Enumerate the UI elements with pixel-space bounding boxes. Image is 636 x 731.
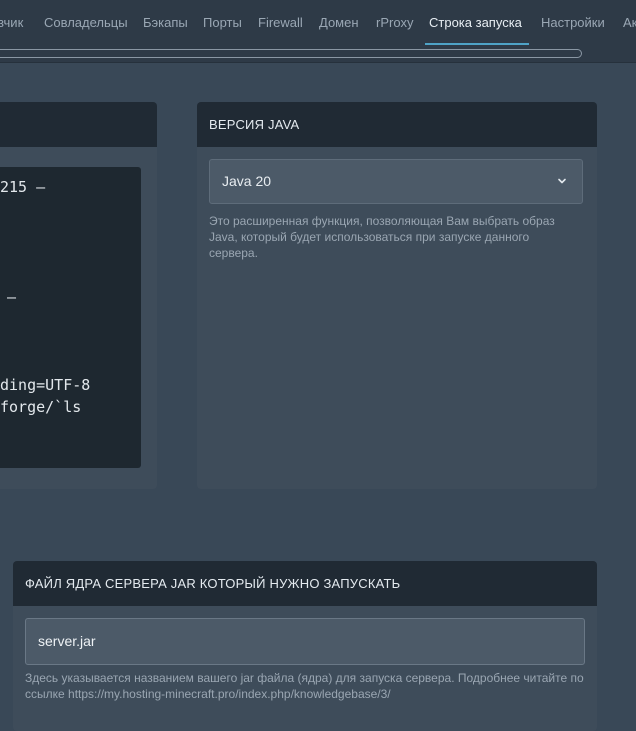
tab-backups[interactable]: Бэкапы bbox=[143, 0, 188, 46]
tab-rproxy[interactable]: rProxy bbox=[376, 0, 414, 46]
command-line: 215 – bbox=[0, 178, 46, 196]
startup-command-terminal: 215 – – ding=UTF-8 forge/`ls bbox=[0, 167, 141, 468]
tab-settings[interactable]: Настройки bbox=[541, 0, 605, 46]
java-version-panel: ВЕРСИЯ JAVA Java 20 Это расширенная функ… bbox=[197, 102, 597, 489]
active-tab-indicator bbox=[425, 43, 529, 45]
java-version-select[interactable]: Java 20 bbox=[209, 159, 583, 204]
tab-bar: зчик Совладельцы Бэкапы Порты Firewall Д… bbox=[0, 0, 636, 63]
server-jar-title: ФАЙЛ ЯДРА СЕРВЕРА JAR КОТОРЫЙ НУЖНО ЗАПУ… bbox=[13, 561, 597, 606]
startup-command-header bbox=[0, 102, 157, 147]
command-line: forge/`ls bbox=[0, 398, 82, 416]
java-version-selected: Java 20 bbox=[222, 173, 272, 189]
command-line: – bbox=[7, 288, 17, 306]
server-jar-value: server.jar bbox=[38, 633, 96, 649]
chevron-down-icon bbox=[558, 178, 566, 184]
tabs-scrollbar[interactable] bbox=[0, 49, 582, 58]
tab-installer[interactable]: зчик bbox=[0, 0, 23, 46]
java-version-help: Это расширенная функция, позволяющая Вам… bbox=[209, 214, 555, 260]
server-jar-help: Здесь указывается названием вашего jar ф… bbox=[25, 671, 584, 701]
tabs-scrollbar-thumb[interactable] bbox=[0, 50, 581, 57]
command-line: ding=UTF-8 bbox=[0, 376, 91, 394]
server-jar-input[interactable]: server.jar bbox=[25, 618, 585, 665]
tab-domain[interactable]: Домен bbox=[319, 0, 359, 46]
java-version-title: ВЕРСИЯ JAVA bbox=[197, 102, 597, 147]
tab-more[interactable]: Ак bbox=[623, 0, 636, 46]
tab-co-owners[interactable]: Совладельцы bbox=[44, 0, 128, 46]
server-jar-panel: ФАЙЛ ЯДРА СЕРВЕРА JAR КОТОРЫЙ НУЖНО ЗАПУ… bbox=[13, 561, 597, 731]
tab-ports[interactable]: Порты bbox=[203, 0, 242, 46]
tab-firewall[interactable]: Firewall bbox=[258, 0, 303, 46]
startup-command-panel: 215 – – ding=UTF-8 forge/`ls bbox=[0, 102, 157, 489]
tab-startup[interactable]: Строка запуска bbox=[429, 0, 522, 46]
